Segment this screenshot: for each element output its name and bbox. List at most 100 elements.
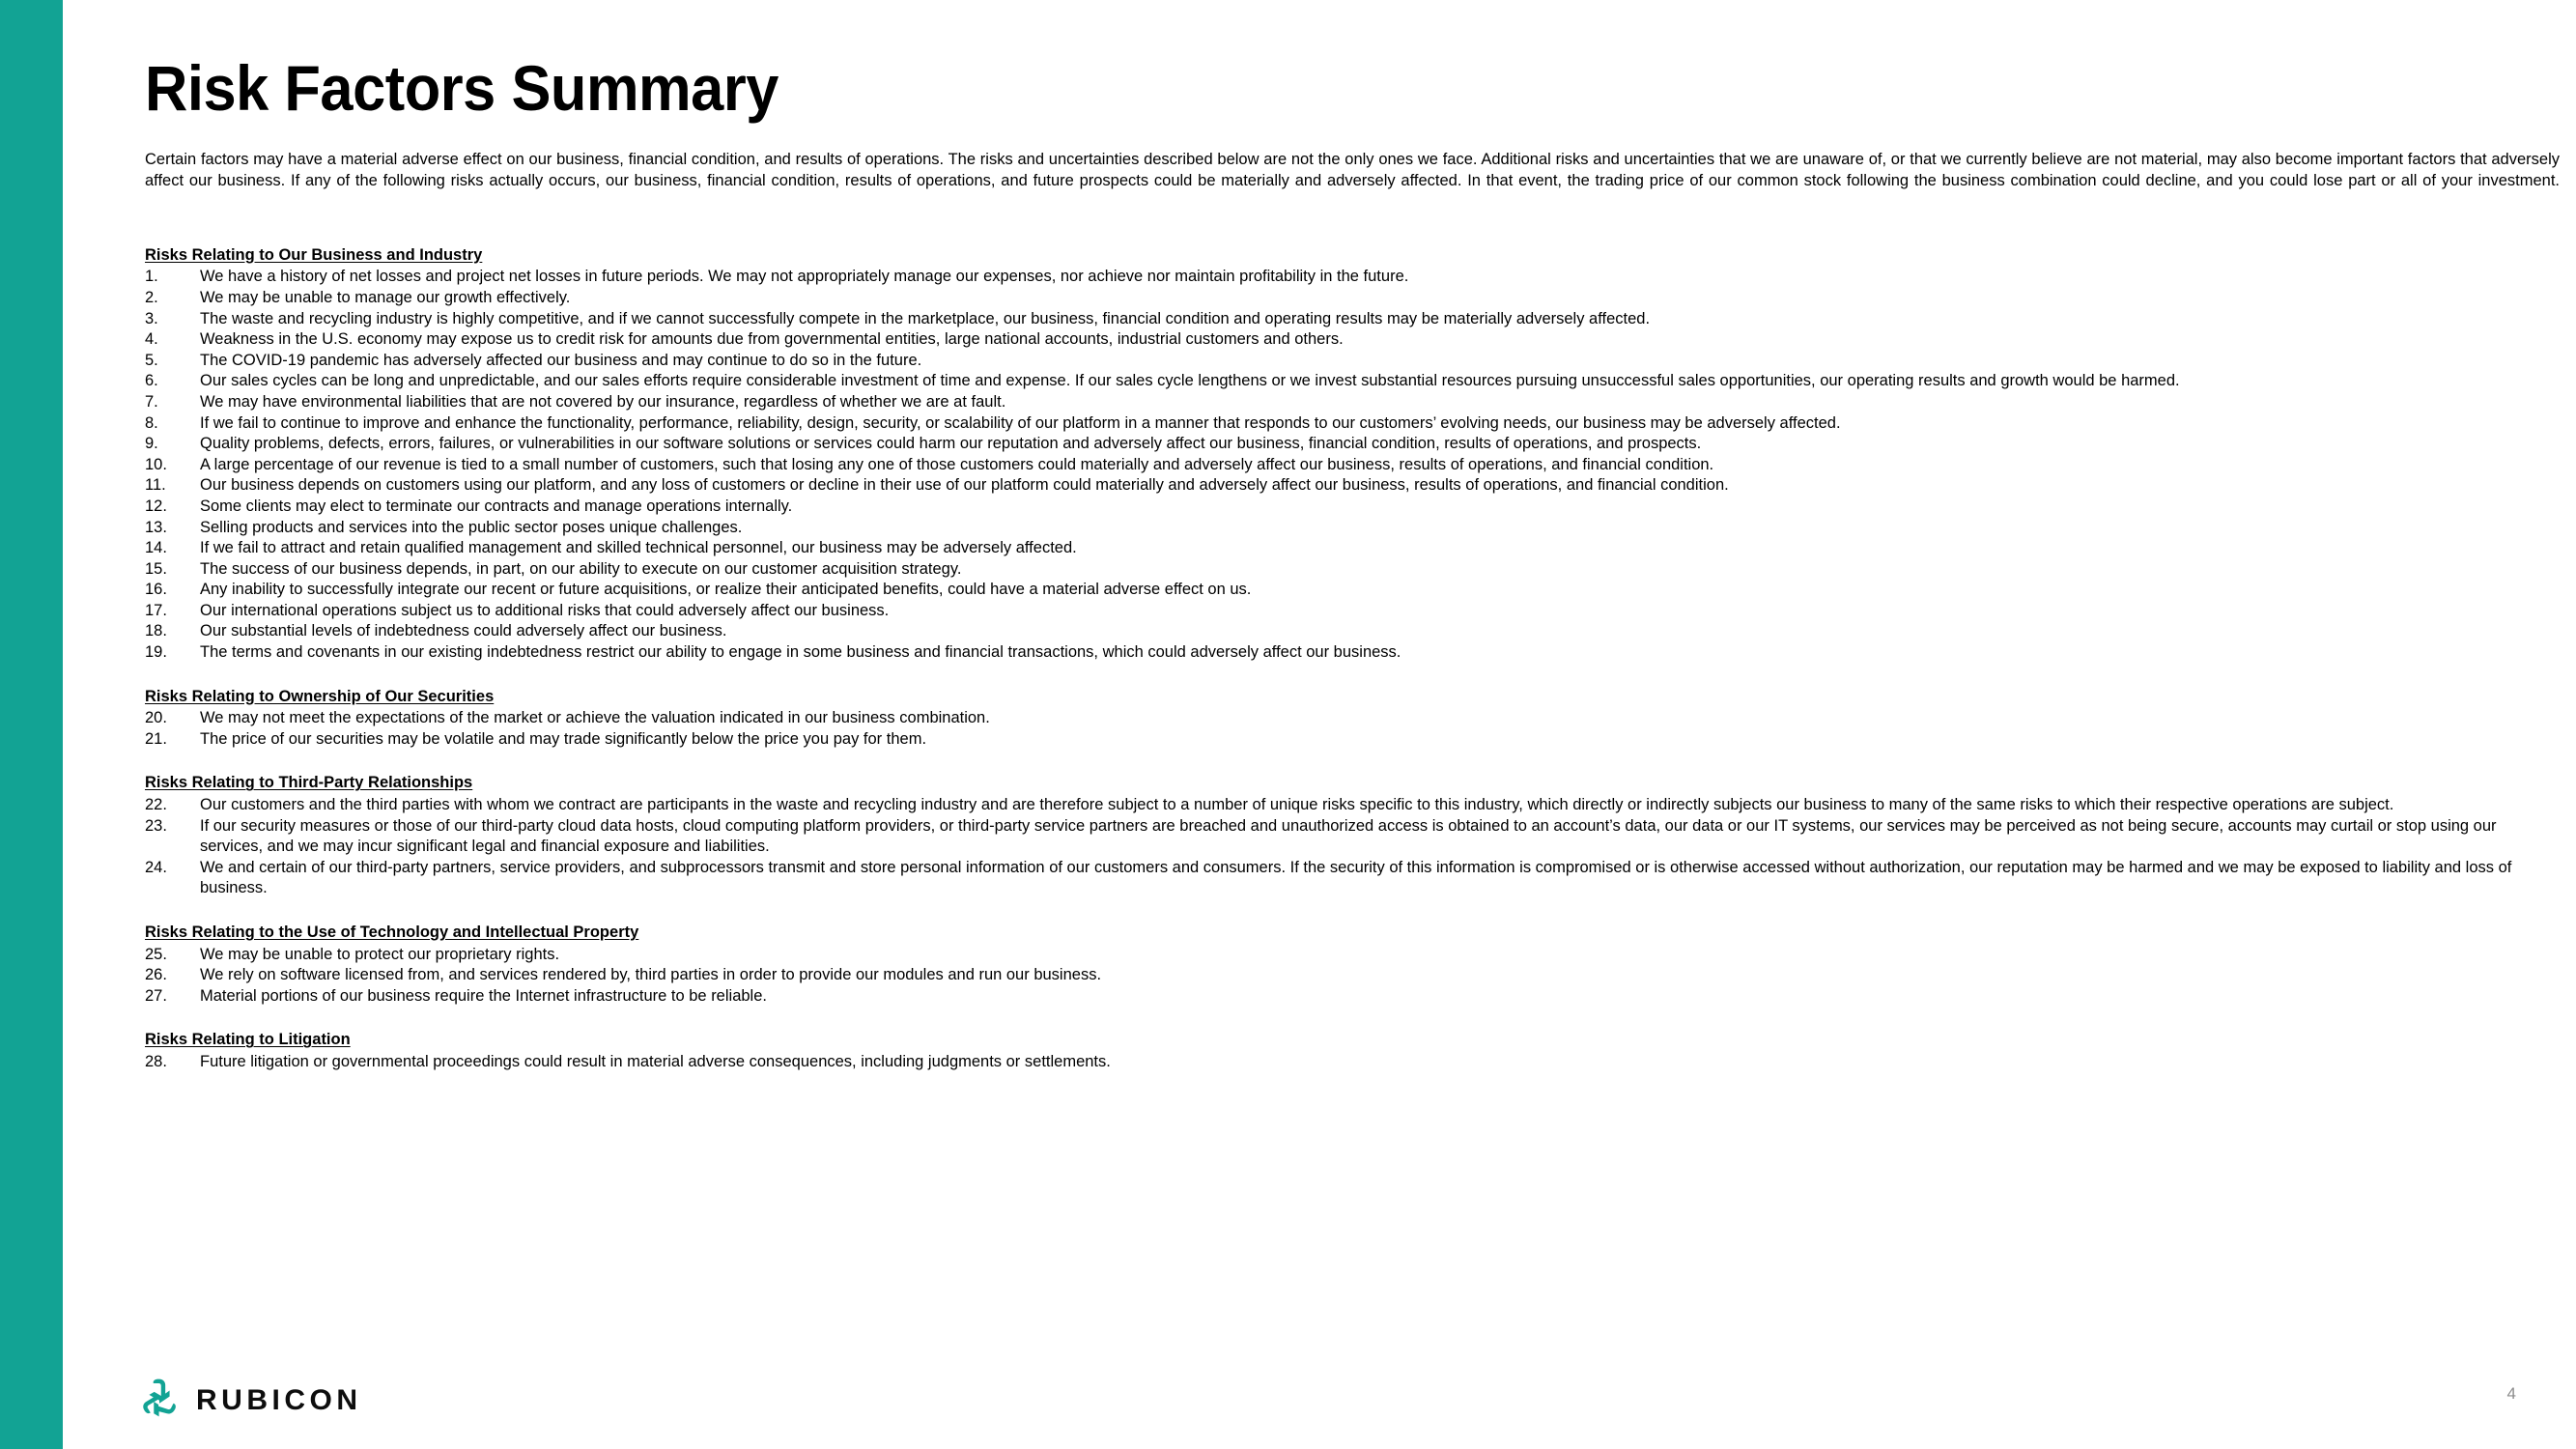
risk-item-number: 27. — [145, 986, 167, 1005]
risk-list-item: 8. If we fail to continue to improve and … — [145, 413, 2560, 435]
risk-list: 25. We may be unable to protect our propr… — [145, 945, 2560, 1008]
risk-item-text: Weakness in the U.S. economy may expose … — [200, 330, 1344, 349]
risk-list-item: 10. A large percentage of our revenue is … — [145, 455, 2560, 476]
risk-list-item: 4. Weakness in the U.S. economy may expos… — [145, 329, 2560, 351]
risk-list-item: 27. Material portions of our business req… — [145, 986, 2560, 1008]
risk-item-number: 10. — [145, 455, 167, 473]
risk-item-text: Our substantial levels of indebtedness c… — [200, 622, 727, 640]
risk-item-text: We may not meet the expectations of the … — [200, 709, 990, 727]
risk-item-number: 20. — [145, 709, 167, 727]
risk-item-number: 6. — [145, 372, 158, 390]
risk-item-number: 28. — [145, 1052, 167, 1070]
risk-section: Risks Relating to Litigation 28. Future li… — [145, 1030, 2560, 1072]
risk-item-text: Our international operations subject us … — [200, 601, 890, 619]
page-number: 4 — [2506, 1384, 2516, 1403]
risk-item-text: Material portions of our business requir… — [200, 986, 767, 1005]
rubicon-wordmark: RUBICON — [196, 1383, 362, 1416]
risk-list-item: 12. Some clients may elect to terminate o… — [145, 497, 2560, 518]
risk-list-item: 6. Our sales cycles can be long and unpre… — [145, 371, 2560, 392]
risk-item-text: The waste and recycling industry is high… — [200, 309, 1651, 327]
risk-list-item: 5. The COVID-19 pandemic has adversely af… — [145, 351, 2560, 372]
risk-list-item: 15. The success of our business depends, … — [145, 559, 2560, 581]
risk-item-text: Our business depends on customers using … — [200, 476, 1729, 495]
page-title: Risk Factors Summary — [145, 52, 778, 125]
intro-paragraph: Certain factors may have a material adve… — [145, 151, 2560, 189]
risk-item-number: 19. — [145, 643, 167, 662]
risk-item-number: 5. — [145, 351, 158, 369]
risk-item-number: 25. — [145, 945, 167, 963]
risk-section-heading: Risks Relating to the Use of Technology … — [145, 923, 639, 941]
risk-item-text: The COVID-19 pandemic has adversely affe… — [200, 351, 922, 369]
risk-item-number: 24. — [145, 858, 167, 876]
risk-list-item: 28. Future litigation or governmental pro… — [145, 1052, 2560, 1073]
risk-item-text: We may be unable to manage our growth ef… — [200, 288, 571, 306]
risk-item-text: The terms and covenants in our existing … — [200, 643, 1401, 662]
risk-item-number: 2. — [145, 288, 158, 306]
risk-item-text: Selling products and services into the p… — [200, 518, 743, 536]
risk-section: Risks Relating to Ownership of Our Secur… — [145, 687, 2560, 751]
risk-item-text: Our customers and the third parties with… — [200, 796, 2394, 814]
risk-item-number: 14. — [145, 539, 167, 557]
risk-item-number: 22. — [145, 796, 167, 814]
risk-item-number: 7. — [145, 392, 158, 411]
risk-list-item: 14. If we fail to attract and retain qual… — [145, 538, 2560, 559]
risk-item-number: 18. — [145, 622, 167, 640]
risk-list-item: 26. We rely on software licensed from, an… — [145, 965, 2560, 986]
risk-section: Risks Relating to the Use of Technology … — [145, 923, 2560, 1007]
risk-item-number: 9. — [145, 435, 158, 453]
risk-item-number: 15. — [145, 559, 167, 578]
risk-section: Risks Relating to Our Business and Indus… — [145, 245, 2560, 664]
risk-list-item: 7. We may have environmental liabilities … — [145, 392, 2560, 413]
risk-section-heading: Risks Relating to Ownership of Our Secur… — [145, 687, 495, 705]
risk-item-number: 11. — [145, 476, 166, 495]
risk-section-heading: Risks Relating to Litigation — [145, 1031, 351, 1049]
risk-item-number: 3. — [145, 309, 158, 327]
slide-content: Risk Factors Summary Certain factors may… — [145, 0, 2560, 1449]
risk-item-text: If our security measures or those of our… — [200, 816, 2497, 856]
risk-list-item: 17. Our international operations subject … — [145, 601, 2560, 622]
risk-list-item: 24. We and certain of our third-party par… — [145, 858, 2560, 899]
risk-item-text: We have a history of net losses and proj… — [200, 268, 1409, 286]
risk-item-text: Any inability to successfully integrate … — [200, 581, 1252, 599]
risk-section-heading: Risks Relating to Our Business and Indus… — [145, 245, 483, 264]
risk-list: 28. Future litigation or governmental pro… — [145, 1052, 2560, 1073]
risk-item-number: 1. — [145, 268, 158, 286]
risk-list-item: 25. We may be unable to protect our propr… — [145, 945, 2560, 966]
risk-list: 22. Our customers and the third parties w… — [145, 795, 2560, 899]
risk-sections: Risks Relating to Our Business and Indus… — [145, 245, 2560, 1073]
risk-list-item: 22. Our customers and the third parties w… — [145, 795, 2560, 816]
risk-item-number: 4. — [145, 330, 158, 349]
risk-item-text: Our sales cycles can be long and unpredi… — [200, 372, 2180, 390]
risk-item-text: If we fail to attract and retain qualifi… — [200, 539, 1077, 557]
risk-item-number: 17. — [145, 601, 167, 619]
risk-item-number: 26. — [145, 966, 167, 984]
risk-section-heading: Risks Relating to Third-Party Relationsh… — [145, 774, 473, 792]
risk-list-item: 1. We have a history of net losses and pr… — [145, 267, 2560, 288]
rubicon-logo: RUBICON — [138, 1377, 362, 1424]
risk-item-text: A large percentage of our revenue is tie… — [200, 455, 1714, 473]
risk-list: 20. We may not meet the expectations of t… — [145, 708, 2560, 750]
risk-item-number: 21. — [145, 729, 167, 748]
risk-item-text: The success of our business depends, in … — [200, 559, 962, 578]
risk-item-number: 12. — [145, 497, 167, 515]
risk-item-text: If we fail to continue to improve and en… — [200, 413, 1841, 432]
risk-list-item: 18. Our substantial levels of indebtednes… — [145, 621, 2560, 642]
risk-list-item: 20. We may not meet the expectations of t… — [145, 708, 2560, 729]
risk-item-text: Some clients may elect to terminate our … — [200, 497, 793, 515]
risk-item-text: Quality problems, defects, errors, failu… — [200, 435, 1702, 453]
risk-list-item: 21. The price of our securities may be vo… — [145, 729, 2560, 751]
risk-item-text: We rely on software licensed from, and s… — [200, 966, 1102, 984]
risk-list-item: 13. Selling products and services into th… — [145, 518, 2560, 539]
risk-item-text: Future litigation or governmental procee… — [200, 1052, 1111, 1070]
risk-list-item: 19. The terms and covenants in our existi… — [145, 642, 2560, 664]
risk-item-number: 8. — [145, 413, 158, 432]
risk-item-number: 23. — [145, 816, 167, 835]
risk-factors-body: Certain factors may have a material adve… — [145, 150, 2560, 1073]
risk-list-item: 16. Any inability to successfully integra… — [145, 580, 2560, 601]
risk-item-number: 13. — [145, 518, 167, 536]
risk-item-text: We may be unable to protect our propriet… — [200, 945, 560, 963]
risk-list-item: 9. Quality problems, defects, errors, fai… — [145, 434, 2560, 455]
risk-list-item: 23. If our security measures or those of … — [145, 816, 2560, 858]
risk-list-item: 3. The waste and recycling industry is hi… — [145, 309, 2560, 330]
risk-item-text: We may have environmental liabilities th… — [200, 392, 1006, 411]
